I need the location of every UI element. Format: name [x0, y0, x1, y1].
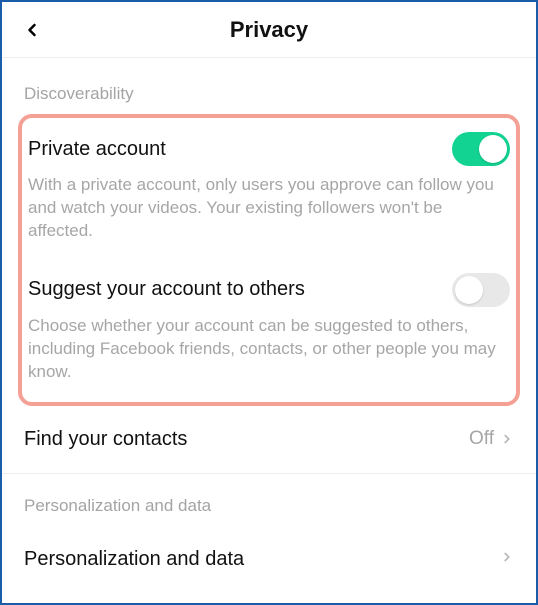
suggest-account-setting: Suggest your account to others Choose wh… [28, 273, 510, 384]
highlighted-settings-group: Private account With a private account, … [18, 114, 520, 406]
find-contacts-row[interactable]: Find your contacts Off [24, 406, 514, 473]
suggest-account-title: Suggest your account to others [28, 278, 305, 301]
suggest-account-toggle[interactable] [452, 273, 510, 307]
chevron-right-icon [500, 550, 514, 564]
section-header-personalization: Personalization and data [24, 496, 514, 516]
section-header-discoverability: Discoverability [24, 84, 514, 104]
personalization-data-row[interactable]: Personalization and data [24, 526, 514, 571]
toggle-knob [479, 135, 507, 163]
header: Privacy [2, 2, 536, 58]
private-account-toggle[interactable] [452, 132, 510, 166]
private-account-setting: Private account With a private account, … [28, 132, 510, 243]
page-title: Privacy [2, 17, 536, 43]
divider [2, 473, 536, 474]
personalization-data-title: Personalization and data [24, 548, 244, 571]
find-contacts-value: Off [469, 428, 494, 450]
back-button[interactable] [16, 14, 48, 46]
chevron-right-icon [500, 432, 514, 446]
chevron-left-icon [22, 20, 42, 40]
private-account-title: Private account [28, 138, 166, 161]
find-contacts-title: Find your contacts [24, 428, 187, 451]
private-account-description: With a private account, only users you a… [28, 174, 510, 243]
suggest-account-description: Choose whether your account can be sugge… [28, 315, 510, 384]
toggle-knob [455, 276, 483, 304]
